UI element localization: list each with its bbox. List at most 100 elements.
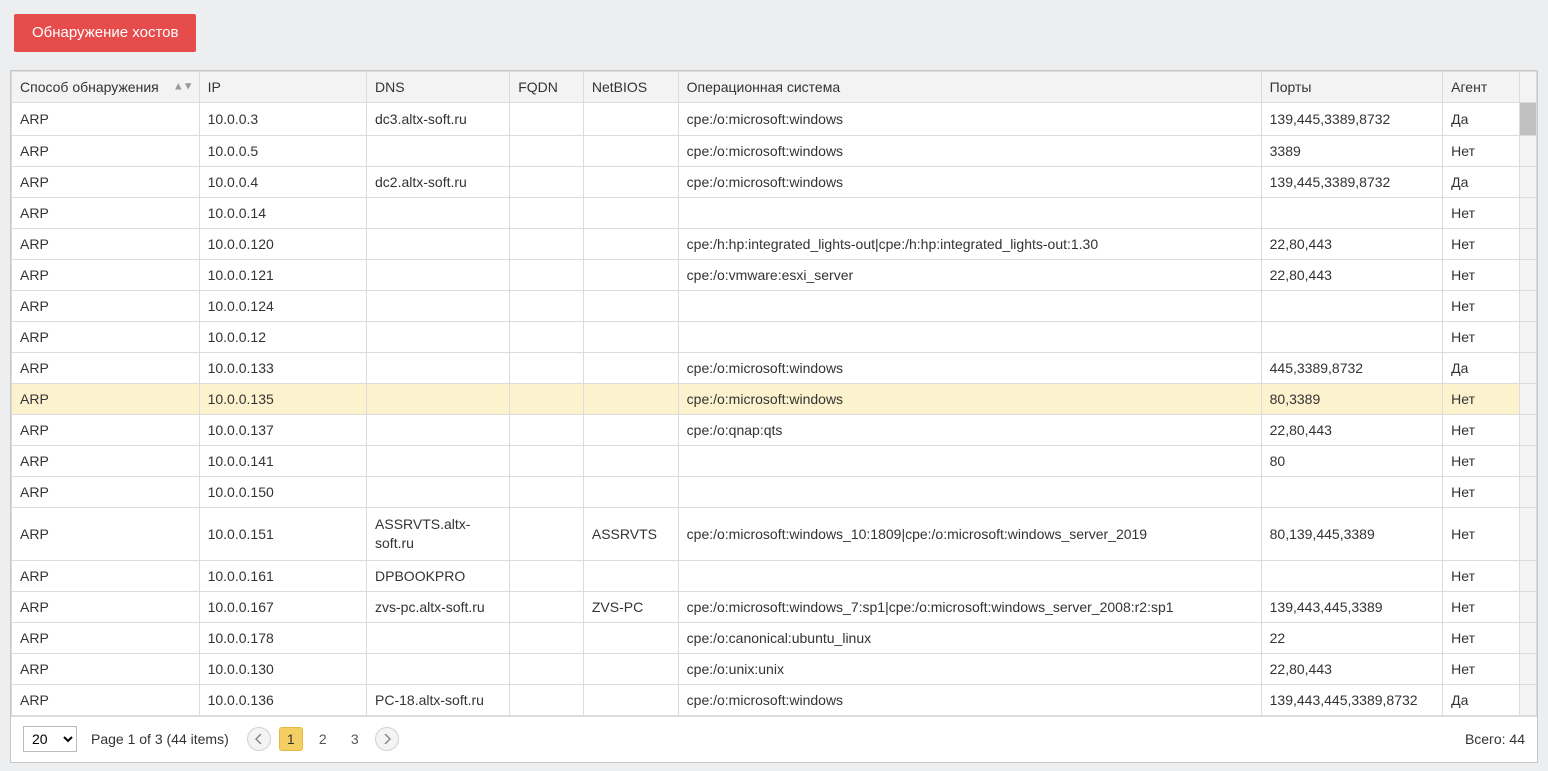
col-header-ports[interactable]: Порты xyxy=(1261,72,1443,103)
cell-dns xyxy=(367,446,510,477)
scrollbar-track[interactable] xyxy=(1519,229,1536,260)
pager-prev-button[interactable] xyxy=(247,727,271,751)
cell-netbios xyxy=(583,291,678,322)
pager: 102050100 Page 1 of 3 (44 items) 123 Все… xyxy=(11,716,1537,762)
cell-netbios xyxy=(583,260,678,291)
cell-fqdn xyxy=(510,560,584,591)
pager-page-3[interactable]: 3 xyxy=(343,727,367,751)
scrollbar-track[interactable] xyxy=(1519,560,1536,591)
scrollbar-track[interactable] xyxy=(1519,291,1536,322)
cell-method: ARP xyxy=(12,560,200,591)
table-row[interactable]: ARP10.0.0.14180Нет xyxy=(12,446,1537,477)
cell-method: ARP xyxy=(12,508,200,561)
cell-method: ARP xyxy=(12,684,200,715)
scrollbar-track[interactable] xyxy=(1519,384,1536,415)
cell-method: ARP xyxy=(12,322,200,353)
scrollbar-track[interactable] xyxy=(1519,591,1536,622)
scrollbar-track[interactable] xyxy=(1519,198,1536,229)
cell-dns: ASSRVTS.altx-soft.ru xyxy=(367,508,510,561)
cell-ip: 10.0.0.136 xyxy=(199,684,366,715)
cell-dns xyxy=(367,322,510,353)
cell-fqdn xyxy=(510,136,584,167)
col-header-fqdn[interactable]: FQDN xyxy=(510,72,584,103)
cell-os: cpe:/o:qnap:qts xyxy=(678,415,1261,446)
table-row[interactable]: ARP10.0.0.135cpe:/o:microsoft:windows80,… xyxy=(12,384,1537,415)
scrollbar-track[interactable] xyxy=(1519,136,1536,167)
scrollbar-track[interactable] xyxy=(1519,103,1536,136)
table-row[interactable]: ARP10.0.0.167zvs-pc.altx-soft.ruZVS-PCcp… xyxy=(12,591,1537,622)
discover-hosts-button[interactable]: Обнаружение хостов xyxy=(14,14,196,52)
col-header-dns[interactable]: DNS xyxy=(367,72,510,103)
scrollbar-track[interactable] xyxy=(1519,477,1536,508)
table-row[interactable]: ARP10.0.0.151ASSRVTS.altx-soft.ruASSRVTS… xyxy=(12,508,1537,561)
cell-ip: 10.0.0.130 xyxy=(199,653,366,684)
table-row[interactable]: ARP10.0.0.121cpe:/o:vmware:esxi_server22… xyxy=(12,260,1537,291)
cell-fqdn xyxy=(510,622,584,653)
cell-ports: 22 xyxy=(1261,622,1443,653)
table-row[interactable]: ARP10.0.0.14Нет xyxy=(12,198,1537,229)
table-row[interactable]: ARP10.0.0.12Нет xyxy=(12,322,1537,353)
col-header-os[interactable]: Операционная система xyxy=(678,72,1261,103)
cell-agent: Нет xyxy=(1443,415,1520,446)
pager-page-1[interactable]: 1 xyxy=(279,727,303,751)
cell-ports xyxy=(1261,291,1443,322)
cell-ip: 10.0.0.135 xyxy=(199,384,366,415)
scrollbar-track[interactable] xyxy=(1519,446,1536,477)
table-row[interactable]: ARP10.0.0.133cpe:/o:microsoft:windows445… xyxy=(12,353,1537,384)
scrollbar-track[interactable] xyxy=(1519,260,1536,291)
pager-page-2[interactable]: 2 xyxy=(311,727,335,751)
cell-os: cpe:/o:unix:unix xyxy=(678,653,1261,684)
table-row[interactable]: ARP10.0.0.136PC-18.altx-soft.rucpe:/o:mi… xyxy=(12,684,1537,715)
cell-netbios xyxy=(583,353,678,384)
pager-next-button[interactable] xyxy=(375,727,399,751)
cell-os: cpe:/o:microsoft:windows xyxy=(678,103,1261,136)
scrollbar-track[interactable] xyxy=(1519,415,1536,446)
sort-asc-icon: ▲▼ xyxy=(173,82,193,93)
scrollbar-track[interactable] xyxy=(1519,72,1536,103)
cell-ports: 22,80,443 xyxy=(1261,229,1443,260)
col-header-agent[interactable]: Агент xyxy=(1443,72,1520,103)
scrollbar-track[interactable] xyxy=(1519,653,1536,684)
table-row[interactable]: ARP10.0.0.3dc3.altx-soft.rucpe:/o:micros… xyxy=(12,103,1537,136)
cell-os: cpe:/o:microsoft:windows xyxy=(678,684,1261,715)
cell-method: ARP xyxy=(12,229,200,260)
scrollbar-track[interactable] xyxy=(1519,322,1536,353)
cell-ports: 22,80,443 xyxy=(1261,260,1443,291)
col-header-label: FQDN xyxy=(518,79,558,95)
col-header-ip[interactable]: IP xyxy=(199,72,366,103)
table-row[interactable]: ARP10.0.0.120cpe:/h:hp:integrated_lights… xyxy=(12,229,1537,260)
cell-method: ARP xyxy=(12,353,200,384)
scrollbar-track[interactable] xyxy=(1519,622,1536,653)
scrollbar-thumb[interactable] xyxy=(1520,103,1536,135)
table-row[interactable]: ARP10.0.0.4dc2.altx-soft.rucpe:/o:micros… xyxy=(12,167,1537,198)
table-row[interactable]: ARP10.0.0.130cpe:/o:unix:unix22,80,443Не… xyxy=(12,653,1537,684)
cell-os xyxy=(678,560,1261,591)
cell-agent: Да xyxy=(1443,684,1520,715)
scrollbar-track[interactable] xyxy=(1519,353,1536,384)
cell-netbios xyxy=(583,103,678,136)
table-row[interactable]: ARP10.0.0.124Нет xyxy=(12,291,1537,322)
cell-fqdn xyxy=(510,167,584,198)
table-row[interactable]: ARP10.0.0.137cpe:/o:qnap:qts22,80,443Нет xyxy=(12,415,1537,446)
cell-ports: 80 xyxy=(1261,446,1443,477)
table-row[interactable]: ARP10.0.0.178cpe:/o:canonical:ubuntu_lin… xyxy=(12,622,1537,653)
scrollbar-track[interactable] xyxy=(1519,508,1536,561)
cell-agent: Нет xyxy=(1443,260,1520,291)
cell-netbios xyxy=(583,560,678,591)
page-size-select[interactable]: 102050100 xyxy=(23,726,77,752)
cell-os: cpe:/h:hp:integrated_lights-out|cpe:/h:h… xyxy=(678,229,1261,260)
cell-agent: Нет xyxy=(1443,384,1520,415)
cell-dns xyxy=(367,415,510,446)
chevron-left-icon xyxy=(255,734,263,744)
table-row[interactable]: ARP10.0.0.5cpe:/o:microsoft:windows3389Н… xyxy=(12,136,1537,167)
cell-fqdn xyxy=(510,322,584,353)
table-row[interactable]: ARP10.0.0.150Нет xyxy=(12,477,1537,508)
table-row[interactable]: ARP10.0.0.161DPBOOKPROНет xyxy=(12,560,1537,591)
cell-ports xyxy=(1261,322,1443,353)
col-header-method[interactable]: Способ обнаружения ▲▼ xyxy=(12,72,200,103)
cell-agent: Нет xyxy=(1443,508,1520,561)
cell-ip: 10.0.0.14 xyxy=(199,198,366,229)
scrollbar-track[interactable] xyxy=(1519,684,1536,715)
scrollbar-track[interactable] xyxy=(1519,167,1536,198)
col-header-netbios[interactable]: NetBIOS xyxy=(583,72,678,103)
